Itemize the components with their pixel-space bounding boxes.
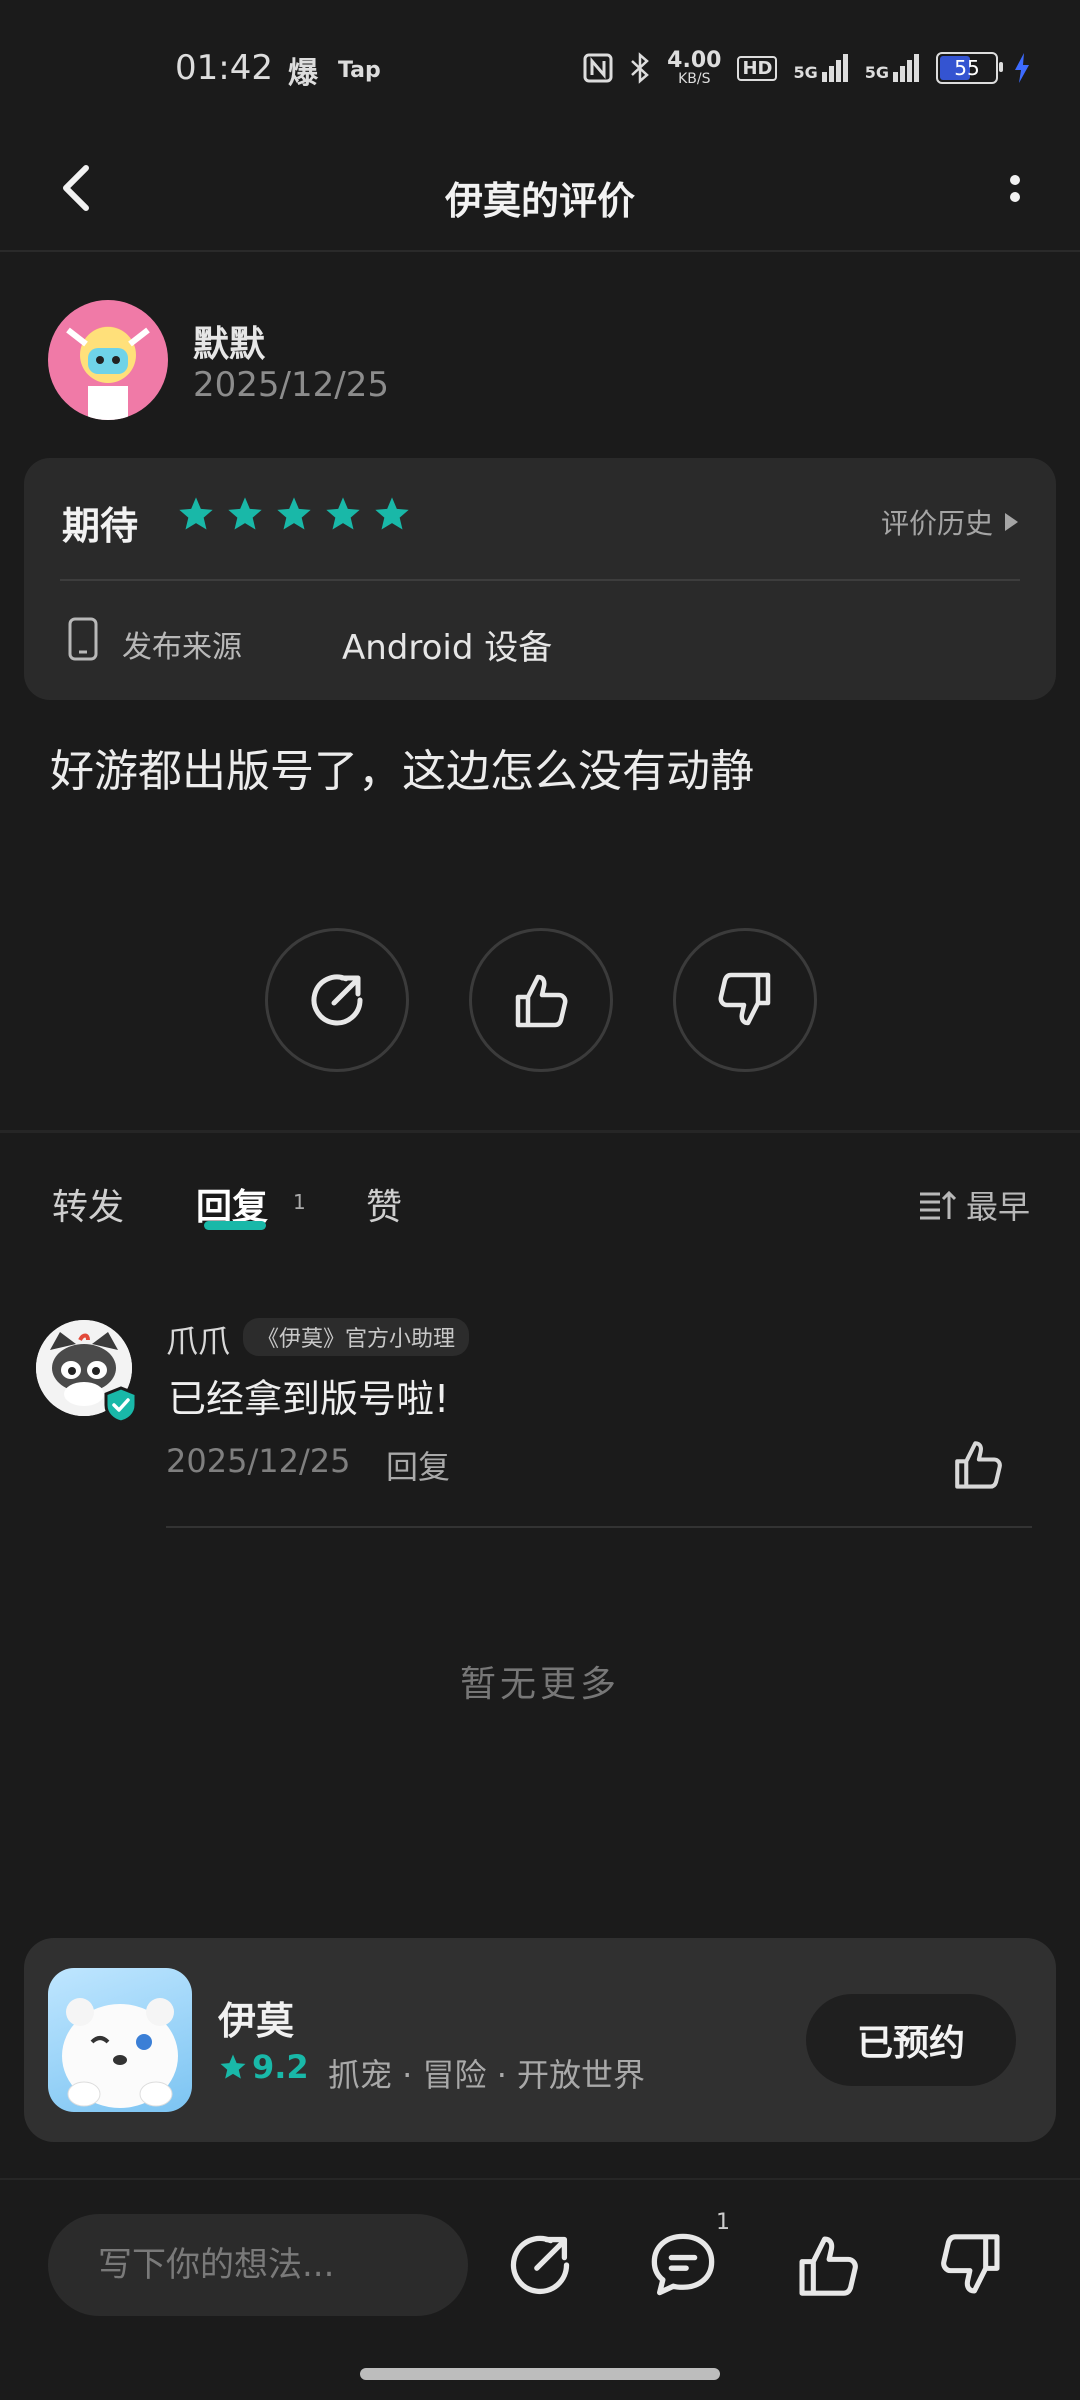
game-icon[interactable] <box>48 1968 192 2112</box>
play-arrow-icon <box>1005 513 1018 531</box>
star-icon <box>375 497 409 530</box>
phone-icon <box>68 617 98 661</box>
thumbs-down-icon[interactable] <box>936 2230 1006 2300</box>
reply-author-name[interactable]: 爪爪 <box>166 1316 230 1362</box>
share-icon[interactable] <box>505 2230 575 2300</box>
status-time: 01:42 <box>175 48 273 88</box>
reply-date: 2025/12/25 <box>166 1442 351 1480</box>
sort-icon <box>919 1190 956 1220</box>
nfc-icon <box>583 53 613 83</box>
signal-2: 5G <box>865 54 920 82</box>
bottom-bar-divider <box>0 2178 1080 2180</box>
page-title: 伊莫的评价 <box>444 179 635 223</box>
reply-text: 已经拿到版号啦! <box>168 1377 450 1421</box>
review-text: 好游都出版号了，这边怎么没有动静 <box>50 746 754 797</box>
reply-action-button[interactable]: 回复 <box>386 1442 450 1488</box>
game-mascot-illustration <box>62 1998 178 2108</box>
reply-avatar[interactable] <box>36 1320 138 1424</box>
app-icon-tap: Tap <box>338 58 381 83</box>
comment-count: 1 <box>716 2210 730 2235</box>
star-icon <box>220 2054 246 2079</box>
share-button[interactable] <box>265 928 409 1072</box>
like-button[interactable] <box>469 928 613 1072</box>
home-indicator[interactable] <box>360 2368 720 2380</box>
thumbs-up-icon <box>515 974 568 1028</box>
rating-label: 期待 <box>62 504 139 548</box>
review-date: 2025/12/25 <box>193 365 389 405</box>
thumbs-up-icon[interactable] <box>793 2230 863 2300</box>
star-icon <box>277 497 311 530</box>
star-icon <box>179 497 213 530</box>
verified-badge-icon <box>104 1386 138 1424</box>
signal-bars-icon <box>821 54 848 82</box>
reply-divider <box>166 1526 1032 1528</box>
source-label: 发布来源 <box>122 630 242 665</box>
sort-button[interactable]: 最早 <box>918 1182 1030 1228</box>
avatar-illustration <box>66 327 150 420</box>
net-speed: 4.00 KB/S <box>667 48 722 87</box>
rating-history-link[interactable]: 评价历史 <box>881 502 1018 542</box>
signal-1: 5G <box>793 54 848 82</box>
signal-bars-icon <box>893 54 919 82</box>
share-icon <box>311 974 363 1026</box>
comment-input[interactable] <box>48 2214 468 2316</box>
bluetooth-icon <box>631 52 650 84</box>
star-rating <box>176 494 412 534</box>
reply-count: 1 <box>293 1190 306 1214</box>
tab-forward[interactable]: 转发 <box>52 1178 124 1230</box>
battery-icon: 55 <box>936 52 1003 84</box>
author-avatar[interactable] <box>48 300 168 420</box>
app-icon-bao: 爆 <box>288 56 318 91</box>
game-tags: 抓宠 · 冒险 · 开放世界 <box>328 2056 646 2094</box>
star-icon <box>228 497 262 530</box>
author-name[interactable]: 默默 <box>193 315 265 367</box>
star-icon <box>326 497 360 530</box>
dislike-button[interactable] <box>673 928 817 1072</box>
more-options-icon[interactable] <box>975 158 1035 218</box>
reserved-button[interactable]: 已预约 <box>806 1994 1016 2086</box>
reply-like-icon[interactable] <box>950 1436 1006 1492</box>
comment-icon[interactable] <box>648 2230 718 2300</box>
charging-icon <box>1015 53 1029 83</box>
thumbs-down-icon <box>718 972 771 1026</box>
no-more-text: 暂无更多 <box>459 1664 620 1705</box>
top-app-bar: 伊莫的评价 <box>0 130 1080 252</box>
status-right: 4.00 KB/S HD 5G 5G 55 <box>583 50 1030 86</box>
hd-icon: HD <box>737 55 778 81</box>
game-name[interactable]: 伊莫 <box>218 1990 294 2045</box>
card-divider <box>60 579 1020 581</box>
section-divider <box>0 1130 1080 1133</box>
tab-like[interactable]: 赞 <box>366 1178 402 1230</box>
status-bar: 01:42 爆 Tap 4.00 KB/S HD 5G 5G 55 <box>0 0 1080 130</box>
source-value: Android 设备 <box>342 628 553 668</box>
game-score: 9.2 <box>218 2048 309 2086</box>
tab-active-indicator <box>204 1221 266 1230</box>
official-badge: 《伊莫》官方小助理 <box>243 1318 470 1356</box>
